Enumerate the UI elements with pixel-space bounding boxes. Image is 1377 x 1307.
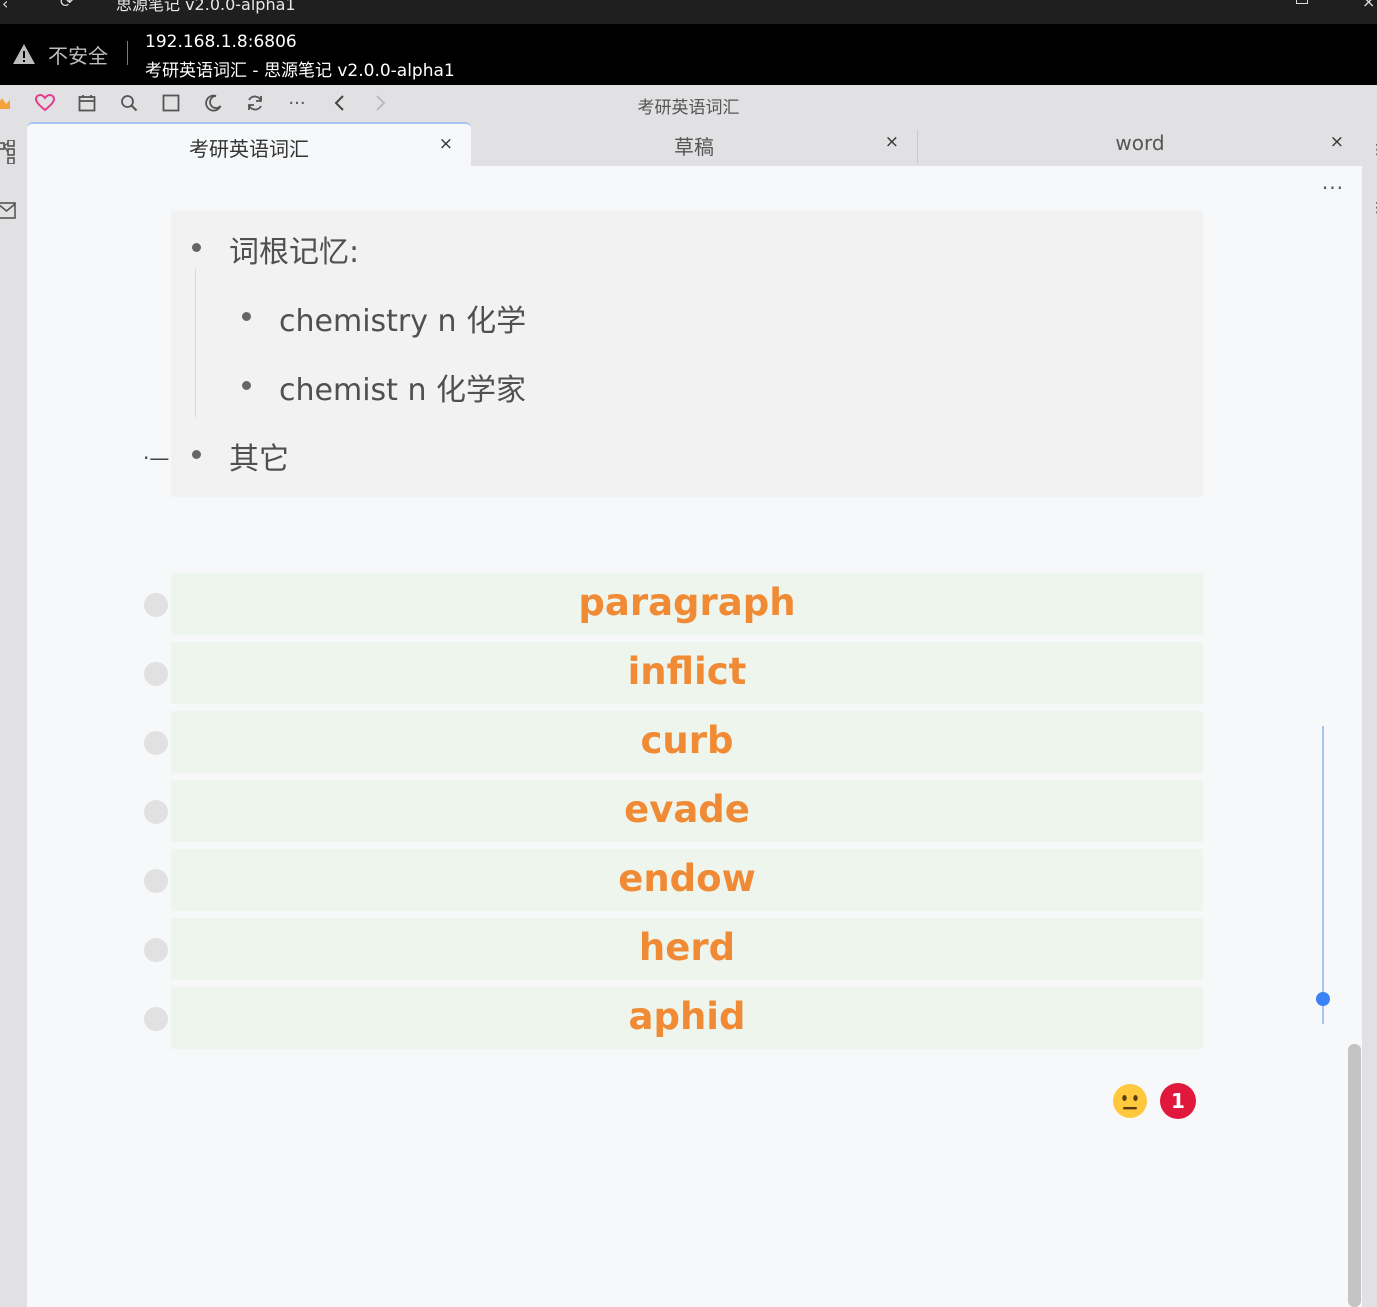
url-text[interactable]: 192.168.1.8:6806 (145, 32, 297, 52)
scrollbar[interactable] (1348, 1044, 1361, 1307)
graph-icon[interactable] (0, 139, 18, 168)
tab-word[interactable]: word × (918, 122, 1362, 166)
word-block[interactable]: curb (171, 711, 1203, 773)
warning-icon (13, 44, 35, 64)
close-icon[interactable]: × (885, 132, 899, 152)
moon-icon[interactable] (203, 93, 223, 113)
window-title: 思源笔记 v2.0.0-alpha1 (116, 0, 296, 14)
list-item[interactable]: 其它 (229, 434, 289, 478)
maximize-icon[interactable] (1296, 0, 1308, 4)
tab-label: word (1115, 131, 1165, 155)
reaction-count-badge[interactable]: 1 (1160, 1083, 1196, 1119)
list-item[interactable]: chemist n 化学家 (279, 365, 526, 409)
back-icon[interactable] (329, 93, 349, 113)
tab-bar: 考研英语词汇 × 草稿 × word × (27, 122, 1362, 166)
tab-label: 草稿 (674, 135, 714, 159)
list-bullet[interactable] (192, 243, 201, 252)
word-block[interactable]: evade (171, 780, 1203, 842)
page-title-text: 考研英语词汇 - 思源笔记 v2.0.0-alpha1 (145, 61, 455, 81)
word-text: aphid (628, 995, 746, 1038)
list-guide-line (195, 269, 196, 417)
forward-icon[interactable] (371, 93, 391, 113)
tab-kaoyan[interactable]: 考研英语词汇 × (27, 122, 471, 166)
tab-label: 考研英语词汇 (189, 137, 309, 161)
close-window-icon[interactable]: × (1362, 0, 1375, 11)
neutral-face-icon[interactable] (1112, 1083, 1148, 1119)
word-block[interactable]: paragraph (171, 573, 1203, 635)
word-text: inflict (627, 650, 747, 693)
list-bullet[interactable] (192, 450, 201, 459)
window-more-icon[interactable]: ··· (1134, 0, 1149, 7)
doc-minimap-track[interactable] (1322, 726, 1324, 1024)
outline-icon[interactable]: ⋮ (1370, 142, 1377, 158)
tab-draft[interactable]: 草稿 × (471, 122, 917, 166)
calendar-icon[interactable] (77, 93, 97, 113)
close-icon[interactable]: × (1330, 132, 1344, 152)
block-handle[interactable] (144, 869, 168, 893)
block-handle[interactable] (144, 731, 168, 755)
word-block[interactable]: inflict (171, 642, 1203, 704)
word-text: herd (638, 926, 736, 969)
crown-icon[interactable] (0, 93, 12, 113)
search-icon[interactable] (119, 93, 139, 113)
fold-icon[interactable]: ·— (143, 446, 169, 470)
block-handle[interactable] (144, 593, 168, 617)
address-bar[interactable]: 不安全 192.168.1.8:6806 考研英语词汇 - 思源笔记 v2.0.… (0, 24, 1377, 85)
block-handle[interactable] (144, 800, 168, 824)
list-bullet[interactable] (242, 381, 251, 390)
heart-icon[interactable] (35, 93, 55, 113)
backlink-icon[interactable]: ⋮ (1370, 200, 1377, 216)
document-area: ··· 词根记忆: chemistry n 化学 chemist n 化学家 ·… (27, 166, 1362, 1307)
word-text: curb (640, 719, 734, 762)
list-item[interactable]: 词根记忆: (229, 227, 359, 271)
app-toolbar: 考研英语词汇 ··· (0, 85, 1377, 122)
word-block[interactable]: herd (171, 918, 1203, 980)
inbox-icon[interactable] (0, 202, 18, 224)
word-text: paragraph (578, 581, 796, 624)
block-handle[interactable] (144, 938, 168, 962)
reload-icon[interactable]: ⟳ (60, 0, 73, 11)
doc-minimap-knob[interactable] (1316, 992, 1330, 1006)
block-handle[interactable] (144, 1007, 168, 1031)
word-block[interactable]: endow (171, 849, 1203, 911)
back-arrow-icon[interactable]: ‹ (2, 0, 8, 13)
list-item[interactable]: chemistry n 化学 (279, 296, 526, 340)
doc-more-button[interactable]: ··· (1322, 176, 1344, 200)
more-icon[interactable]: ··· (287, 93, 307, 114)
security-label[interactable]: 不安全 (48, 40, 108, 69)
word-block[interactable]: aphid (171, 987, 1203, 1049)
close-icon[interactable]: × (439, 134, 453, 154)
word-text: evade (624, 788, 750, 831)
callout-block[interactable]: 词根记忆: chemistry n 化学 chemist n 化学家 ·— 其它 (143, 211, 1203, 497)
os-title-bar: ‹ ⟳ 思源笔记 v2.0.0-alpha1 ··· × (0, 0, 1377, 24)
word-text: endow (618, 857, 756, 900)
block-handle[interactable] (144, 662, 168, 686)
square-icon[interactable] (161, 93, 181, 113)
sync-icon[interactable] (245, 93, 265, 113)
divider (127, 41, 128, 65)
list-bullet[interactable] (242, 312, 251, 321)
